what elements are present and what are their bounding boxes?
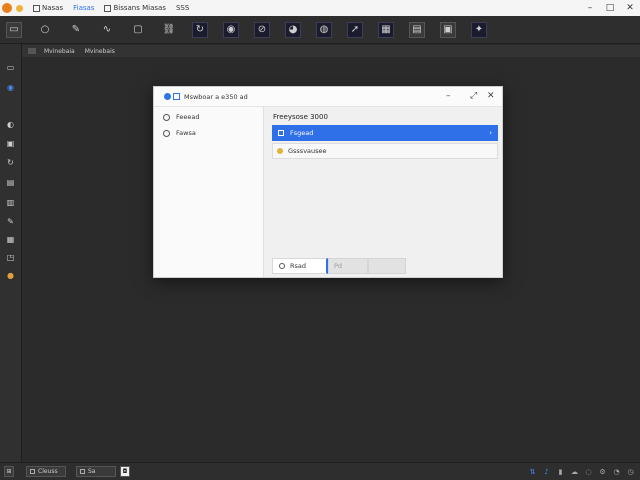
chat-icon[interactable]: ◍: [316, 21, 332, 38]
menu-nasas[interactable]: Nasas: [33, 4, 63, 12]
user-avatar-icon[interactable]: ●: [5, 270, 16, 281]
doc-icon[interactable]: ▥: [5, 197, 16, 208]
app-icon: [2, 3, 12, 13]
cloud-icon[interactable]: ☁: [571, 468, 578, 476]
list-item-selected[interactable]: Fsgead ›: [272, 125, 498, 141]
title-bar: Nasas Fiasas Bissans Miasas SSS – □ ✕: [0, 0, 640, 16]
gallery-icon[interactable]: ▦: [5, 234, 16, 245]
arrow-icon[interactable]: ➚: [347, 21, 363, 38]
section-heading: Freeysose 3000: [273, 113, 328, 121]
browser-icon[interactable]: ◉: [5, 82, 16, 93]
read-button[interactable]: Rsad: [272, 258, 328, 274]
grid-icon: [33, 4, 40, 12]
window-icon: [30, 469, 35, 474]
dialog-minimize-button[interactable]: –: [446, 91, 451, 101]
doc-icon: [104, 4, 112, 12]
dialog-nav: Feeead Fawsa: [154, 107, 264, 277]
close-button[interactable]: ✕: [620, 3, 640, 13]
nav-item-fawsa[interactable]: Fawsa: [163, 129, 196, 137]
shield-icon[interactable]: ◉: [223, 21, 239, 38]
item-icon: [278, 130, 284, 136]
folder-icon: [277, 148, 283, 154]
dialog-window-icon: [173, 93, 180, 100]
pencil-icon[interactable]: ✎: [68, 22, 84, 38]
layers-icon[interactable]: ▦: [378, 21, 394, 38]
clock-icon[interactable]: ◷: [627, 468, 634, 476]
network-icon[interactable]: ⇅: [529, 468, 536, 476]
dialog-logo-icon: [164, 93, 171, 100]
crumb-2[interactable]: Mvinebais: [85, 48, 115, 55]
chevron-right-icon: ›: [489, 129, 492, 137]
link-icon[interactable]: ⛓: [161, 22, 177, 38]
battery-icon[interactable]: ▮: [557, 468, 564, 476]
secondary-app-icon: [16, 4, 23, 12]
camera-icon[interactable]: ▣: [5, 138, 16, 149]
sidebar: ▭ ◉ ◐ ▣ ↻ ▤ ▥ ✎ ▦ ◳ ●: [0, 44, 22, 462]
sync-icon[interactable]: ↻: [5, 157, 16, 168]
block-icon[interactable]: ⊘: [254, 21, 270, 38]
dialog-title-bar: Mswboar a e350 ad – ⤢ ✕: [154, 87, 502, 107]
home-icon[interactable]: ▭: [6, 21, 22, 38]
dialog-title: Mswboar a e350 ad: [184, 92, 248, 101]
minimize-button[interactable]: –: [580, 3, 600, 13]
tertiary-button[interactable]: [368, 258, 406, 274]
bell-icon[interactable]: ◔: [613, 468, 620, 476]
taskbar-button-sa[interactable]: Sa: [76, 466, 116, 477]
edit-icon[interactable]: ✎: [5, 216, 16, 227]
record-icon[interactable]: ◐: [5, 119, 16, 130]
status-bar: ⊞ Cleuss Sa ◘ ⇅ ♪ ▮ ☁ ◌ ⚙ ◔ ◷: [0, 462, 640, 480]
mask-icon[interactable]: ◕: [285, 21, 301, 38]
start-button[interactable]: ⊞: [4, 466, 14, 477]
secondary-button[interactable]: Pd: [328, 258, 368, 274]
settings-dialog: Mswboar a e350 ad – ⤢ ✕ Feeead Fawsa Fre…: [153, 86, 503, 278]
window-controls: – □ ✕: [580, 3, 640, 13]
taskbar-button-cleuss[interactable]: Cleuss: [26, 466, 66, 477]
nav-item-feeead[interactable]: Feeead: [163, 113, 200, 121]
menu-sss[interactable]: SSS: [176, 4, 189, 12]
bag-icon[interactable]: ◳: [5, 252, 16, 263]
pages-icon[interactable]: ▣: [440, 21, 456, 38]
dialog-content: Freeysose 3000 Fsgead › Gsssvausee Rsad …: [264, 107, 502, 277]
puzzle-icon[interactable]: ✦: [471, 21, 487, 38]
breadcrumb: Mvinebaia Mvinebais: [22, 45, 640, 57]
circle-icon[interactable]: ○: [37, 22, 53, 38]
menu-bissans[interactable]: Bissans Miasas: [104, 4, 166, 12]
list-item[interactable]: Gsssvausee: [272, 143, 498, 159]
toolbar: ▭ ○ ✎ ∿ ▢ ⛓ ↻ ◉ ⊘ ◕ ◍ ➚ ▦ ▤ ▣ ✦: [0, 16, 640, 44]
square-icon[interactable]: ▢: [130, 22, 146, 38]
chat-icon[interactable]: ◌: [585, 468, 592, 476]
loop-icon[interactable]: ↻: [192, 21, 208, 38]
window-icon: [80, 469, 85, 474]
dialog-close-button[interactable]: ✕: [487, 91, 495, 101]
taskbar-app-icon[interactable]: ◘: [120, 466, 130, 477]
explorer-icon[interactable]: ▭: [5, 62, 16, 73]
sound-icon[interactable]: ♪: [543, 468, 550, 476]
book-icon[interactable]: ▤: [5, 177, 16, 188]
nav-icon: [163, 113, 170, 121]
crumb-separator: [28, 48, 36, 54]
wave-icon[interactable]: ∿: [99, 22, 115, 38]
menu-fiasas[interactable]: Fiasas: [73, 4, 94, 12]
dialog-buttons: Rsad Pd: [272, 258, 406, 274]
gear-icon[interactable]: ⚙: [599, 468, 606, 476]
note-icon[interactable]: ▤: [409, 21, 425, 38]
maximize-button[interactable]: □: [600, 3, 620, 13]
system-tray: ⇅ ♪ ▮ ☁ ◌ ⚙ ◔ ◷: [522, 468, 634, 476]
nav-icon: [163, 129, 170, 137]
dialog-expand-button[interactable]: ⤢: [470, 91, 477, 101]
refresh-icon: [279, 263, 285, 269]
crumb-1[interactable]: Mvinebaia: [44, 48, 75, 55]
